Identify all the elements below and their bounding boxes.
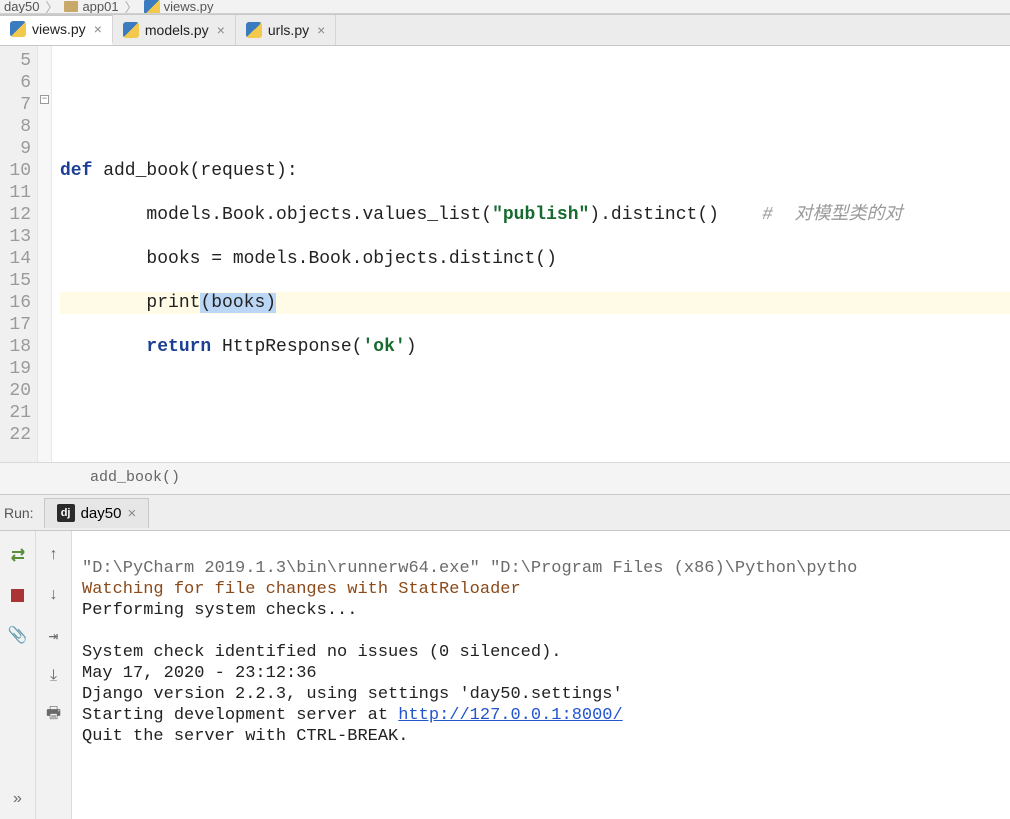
close-icon[interactable]: ×: [317, 22, 325, 38]
code-line-current: print(books): [60, 292, 1010, 314]
run-toolwindow-header: Run: dj day50 ×: [0, 495, 1010, 531]
breadcrumb-file[interactable]: views.py: [144, 0, 214, 14]
tab-label: urls.py: [268, 22, 309, 38]
folder-icon: [64, 1, 78, 12]
down-icon[interactable]: ↓: [44, 585, 64, 605]
run-toolwindow-body: 📎 » ↑ ↓ ⇥ ⤓ 🖶 "D:\PyCharm 2019.1.3\bin\r…: [0, 531, 1010, 819]
python-file-icon: [144, 0, 160, 14]
editor-tabs: views.py × models.py × urls.py ×: [0, 14, 1010, 46]
close-icon[interactable]: ×: [127, 505, 136, 522]
console-line: Quit the server with CTRL-BREAK.: [82, 727, 408, 746]
print-icon[interactable]: 🖶: [44, 705, 64, 725]
attach-icon[interactable]: 📎: [8, 625, 28, 645]
breadcrumb-app[interactable]: app01: [64, 0, 118, 14]
code-line: [60, 116, 1010, 138]
console-line: May 17, 2020 - 23:12:36: [82, 664, 317, 683]
breadcrumb-project[interactable]: day50: [4, 0, 39, 14]
console-output[interactable]: "D:\PyCharm 2019.1.3\bin\runnerw64.exe" …: [72, 531, 1010, 819]
chevron-right-icon: 〉: [45, 0, 58, 14]
console-line: Performing system checks...: [82, 601, 357, 620]
fold-column: −: [38, 46, 52, 462]
code-editor[interactable]: 567 8910 111213 141516 171819 202122 − d…: [0, 46, 1010, 462]
code-line: return HttpResponse('ok'): [60, 336, 1010, 358]
up-icon[interactable]: ↑: [44, 545, 64, 565]
tab-models[interactable]: models.py ×: [113, 15, 236, 45]
close-icon[interactable]: ×: [217, 22, 225, 38]
code-area[interactable]: def add_book(request): models.Book.objec…: [52, 46, 1010, 462]
more-icon[interactable]: »: [8, 789, 28, 809]
run-toolbar-left: 📎 »: [0, 531, 36, 819]
console-line: Watching for file changes with StatReloa…: [82, 580, 521, 599]
breadcrumb: day50 〉 app01 〉 views.py: [0, 0, 1010, 14]
chevron-right-icon: 〉: [125, 0, 138, 14]
code-line: books = models.Book.objects.distinct(): [60, 248, 1010, 270]
soft-wrap-icon[interactable]: ⇥: [44, 625, 64, 645]
server-url-link[interactable]: http://127.0.0.1:8000/: [398, 706, 622, 725]
python-file-icon: [123, 22, 139, 38]
code-line: def add_book(request):: [60, 160, 1010, 182]
tab-views[interactable]: views.py ×: [0, 15, 113, 45]
tab-urls[interactable]: urls.py ×: [236, 15, 336, 45]
python-file-icon: [246, 22, 262, 38]
run-toolbar-inner: ↑ ↓ ⇥ ⤓ 🖶: [36, 531, 72, 819]
tab-label: models.py: [145, 22, 209, 38]
stop-icon[interactable]: [8, 585, 28, 605]
django-icon: dj: [57, 504, 75, 522]
tab-label: views.py: [32, 21, 86, 37]
run-label: Run:: [4, 505, 34, 521]
code-line: [60, 72, 1010, 94]
console-line: "D:\PyCharm 2019.1.3\bin\runnerw64.exe" …: [82, 559, 857, 578]
scroll-to-end-icon[interactable]: ⤓: [44, 665, 64, 685]
run-tab[interactable]: dj day50 ×: [44, 498, 150, 528]
rerun-icon[interactable]: [8, 545, 28, 565]
console-line: Starting development server at http://12…: [82, 706, 623, 725]
line-gutter: 567 8910 111213 141516 171819 202122: [0, 46, 38, 462]
fold-toggle-icon[interactable]: −: [40, 95, 49, 104]
console-line: Django version 2.2.3, using settings 'da…: [82, 685, 623, 704]
python-file-icon: [10, 21, 26, 37]
console-line: System check identified no issues (0 sil…: [82, 643, 561, 662]
structure-breadcrumb[interactable]: add_book(): [0, 462, 1010, 495]
close-icon[interactable]: ×: [94, 21, 102, 37]
code-line: models.Book.objects.values_list("publish…: [60, 204, 1010, 226]
run-tab-label: day50: [81, 505, 122, 522]
